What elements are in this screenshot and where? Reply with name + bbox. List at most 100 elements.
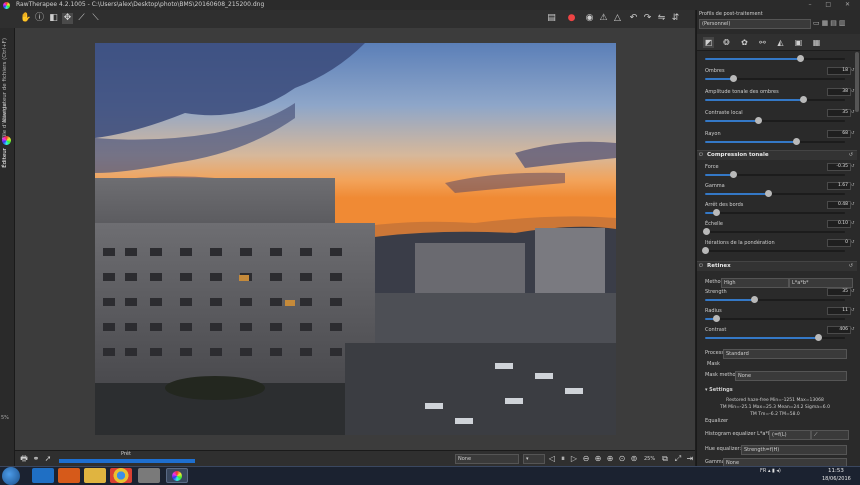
prev-image-icon[interactable]: ◁	[547, 454, 557, 464]
next-image-icon[interactable]: ▷	[569, 454, 579, 464]
sync-icon[interactable]: ⏸	[558, 454, 568, 464]
warning-highlight-icon[interactable]: △	[612, 13, 623, 24]
focus-mask-icon[interactable]: ◉	[584, 13, 595, 24]
slider-value-field[interactable]: 35	[827, 288, 851, 296]
window-controls[interactable]: – □ ✕	[808, 0, 856, 10]
section-retinex[interactable]: ⏻ Retinex ↺	[697, 261, 857, 271]
slider-track[interactable]	[705, 75, 845, 82]
slider-value-field[interactable]: 0	[827, 239, 851, 247]
slider-value-field[interactable]: 35	[827, 109, 851, 117]
color-picker-icon[interactable]: ⟋	[76, 13, 87, 24]
slider-knob[interactable]	[730, 75, 737, 82]
zoom-fit-crop-icon[interactable]: ⊚	[629, 454, 639, 464]
copy-profile-icon[interactable]: ▤	[830, 19, 839, 27]
chrome-icon[interactable]	[110, 468, 132, 483]
rawtherapee-icon[interactable]	[166, 468, 188, 483]
print-icon[interactable]: 🖶	[19, 454, 29, 464]
curve-select[interactable]: ⟋	[811, 430, 849, 440]
paste-profile-icon[interactable]: ▥	[839, 19, 848, 27]
slider-reset-icon[interactable]: ↺	[851, 163, 854, 168]
reset-icon[interactable]: ↺	[849, 263, 853, 269]
flip-horizontal-icon[interactable]: ⇋	[656, 13, 667, 24]
clock-time[interactable]: 11:53	[828, 468, 844, 474]
slider-value-field[interactable]: 1.67	[827, 182, 851, 190]
save-profile-icon[interactable]: ▦	[822, 19, 831, 27]
metadata-tab-icon[interactable]: ▦	[811, 37, 822, 48]
slider-reset-icon[interactable]: ↺	[851, 220, 854, 225]
maximize-button[interactable]: □	[825, 1, 837, 8]
slider-track[interactable]	[703, 228, 845, 235]
ie-icon[interactable]	[32, 468, 54, 483]
slider-track[interactable]	[705, 190, 845, 197]
slider-value-field[interactable]: 68	[827, 130, 851, 138]
new-window-icon[interactable]: ⧉	[660, 454, 670, 464]
slider-track[interactable]	[705, 171, 845, 178]
slider-track[interactable]	[705, 296, 845, 303]
flip-vertical-icon[interactable]: ⇵	[670, 13, 681, 24]
slider-track[interactable]	[705, 209, 845, 216]
explorer-icon[interactable]	[84, 468, 106, 483]
zoom-out-icon[interactable]: ⊖	[581, 454, 591, 464]
hide-panel-icon[interactable]: ⇥	[685, 454, 695, 464]
rotate-right-icon[interactable]: ↷	[642, 13, 653, 24]
open-profile-icon[interactable]: ▭	[813, 19, 822, 27]
warning-shadow-icon[interactable]: ⚠	[598, 13, 609, 24]
slider-knob[interactable]	[765, 190, 772, 197]
hand-icon[interactable]: ✋	[20, 13, 31, 24]
slider-value-field[interactable]: 0.48	[827, 201, 851, 209]
color-channels-icon[interactable]: ●	[566, 13, 577, 24]
slider-track[interactable]	[705, 117, 845, 124]
raw-tab-icon[interactable]: ▣	[793, 37, 804, 48]
slider-value-field[interactable]: 406	[827, 326, 851, 334]
slider-value-field[interactable]: 0.10	[827, 220, 851, 228]
slider-track[interactable]	[705, 315, 845, 322]
panel-scrollbar[interactable]	[855, 52, 859, 112]
system-tray[interactable]: FR ▴ ▮ ◂)	[760, 468, 781, 474]
slider-reset-icon[interactable]: ↺	[851, 239, 854, 244]
slider-track[interactable]	[705, 334, 845, 341]
wavelet-tab-icon[interactable]: ⚯	[757, 37, 768, 48]
slider-value-field[interactable]: 38	[827, 88, 851, 96]
slider-knob[interactable]	[730, 171, 737, 178]
slider-reset-icon[interactable]: ↺	[851, 88, 854, 93]
detail-tab-icon[interactable]: ❂	[721, 37, 732, 48]
link-icon[interactable]: ⚭	[31, 454, 41, 464]
method-select[interactable]: High	[721, 278, 789, 288]
slider-knob[interactable]	[815, 334, 822, 341]
crop-select-icon[interactable]: ◧	[48, 13, 59, 24]
slider-track[interactable]	[705, 138, 845, 145]
slider-knob[interactable]	[755, 117, 762, 124]
slider-knob[interactable]	[751, 296, 758, 303]
paint-icon[interactable]	[138, 468, 160, 483]
slider-reset-icon[interactable]: ↺	[851, 130, 854, 135]
slider-knob[interactable]	[713, 209, 720, 216]
profile-buttons[interactable]: ▭▦▤▥	[813, 19, 848, 27]
reset-icon[interactable]: ↺	[849, 152, 853, 158]
send-icon[interactable]: ➚	[43, 454, 53, 464]
clock-date[interactable]: 18/06/2016	[822, 476, 851, 482]
start-button-icon[interactable]	[2, 467, 20, 485]
image-canvas[interactable]	[15, 28, 695, 450]
slider-value-field[interactable]: -0.35	[827, 163, 851, 171]
compare-icon[interactable]: ▤	[546, 13, 557, 24]
slider-value-field[interactable]: 18	[827, 67, 851, 75]
tab-queue[interactable]: File d'attente	[2, 103, 8, 139]
slider-track[interactable]	[705, 96, 845, 103]
channel-select[interactable]: L*a*b*	[789, 278, 853, 288]
histogram-equalizer-select[interactable]: (=f(L)	[769, 430, 811, 440]
settings-expander[interactable]: ▾ Settings	[705, 387, 733, 393]
straighten-icon[interactable]: ⟍	[90, 13, 101, 24]
exposure-tab-icon[interactable]: ◩	[703, 37, 714, 48]
minimize-button[interactable]: –	[808, 1, 817, 8]
slider-reset-icon[interactable]: ↺	[851, 201, 854, 206]
section-tone-mapping[interactable]: ⏻ Compression tonale ↺	[697, 150, 857, 160]
editor-tab-icon[interactable]	[2, 136, 11, 145]
hue-equalizer-select[interactable]: Strength=f(H)	[741, 445, 847, 455]
slider-reset-icon[interactable]: ↺	[851, 67, 854, 72]
slider-reset-icon[interactable]: ↺	[851, 288, 854, 293]
slider-reset-icon[interactable]: ↺	[851, 109, 854, 114]
slider-knob[interactable]	[702, 247, 709, 254]
process-select[interactable]: Standard	[723, 349, 847, 359]
slider-previous[interactable]	[705, 55, 845, 62]
zoom-in-icon[interactable]: ⊕	[605, 454, 615, 464]
